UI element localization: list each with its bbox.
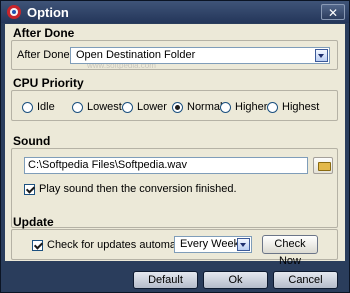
sound-file-path[interactable]: C:\Softpedia Files\Softpedia.wav xyxy=(24,157,308,174)
auto-update-checkbox[interactable] xyxy=(32,240,43,251)
option-dialog: Option ✕ www.softpedia.com After Done Af… xyxy=(0,0,350,293)
section-title-sound: Sound xyxy=(13,134,51,148)
sound-group: C:\Softpedia Files\Softpedia.wav Play so… xyxy=(11,148,338,228)
radio-normal-label: Normal xyxy=(187,101,223,113)
update-frequency-value: Every Week xyxy=(180,238,240,250)
dialog-body: www.softpedia.com After Done After Done:… xyxy=(5,24,345,267)
play-sound-label: Play sound then the conversion finished. xyxy=(39,183,237,195)
check-now-button[interactable]: Check Now xyxy=(262,235,318,267)
app-icon xyxy=(7,5,21,19)
browse-sound-button[interactable] xyxy=(313,157,333,174)
default-button[interactable]: Default xyxy=(133,271,198,289)
close-icon: ✕ xyxy=(327,6,339,20)
radio-highest[interactable] xyxy=(267,102,278,113)
radio-lowest[interactable] xyxy=(72,102,83,113)
cpu-priority-group: Idle Lowest Lower Normal Higher Highest xyxy=(11,90,338,121)
radio-lower-label: Lower xyxy=(137,101,167,113)
after-done-value: Open Destination Folder xyxy=(76,49,196,61)
radio-idle[interactable] xyxy=(22,102,33,113)
chevron-down-icon[interactable] xyxy=(315,49,328,62)
after-done-group: After Done: Open Destination Folder xyxy=(11,40,338,70)
radio-highest-label: Highest xyxy=(282,101,320,113)
section-title-after-done: After Done xyxy=(13,26,75,40)
radio-normal[interactable] xyxy=(172,102,183,113)
radio-idle-label: Idle xyxy=(37,101,55,113)
section-title-update: Update xyxy=(13,215,54,229)
title-bar[interactable]: Option ✕ xyxy=(1,1,349,23)
chevron-down-icon[interactable] xyxy=(237,238,250,251)
radio-lower[interactable] xyxy=(122,102,133,113)
after-done-label: After Done: xyxy=(17,49,73,61)
sound-file-path-value: C:\Softpedia Files\Softpedia.wav xyxy=(28,159,187,171)
update-frequency-dropdown[interactable]: Every Week xyxy=(174,236,252,253)
radio-higher-label: Higher xyxy=(235,101,268,113)
folder-icon xyxy=(318,162,331,171)
after-done-dropdown[interactable]: Open Destination Folder xyxy=(70,47,330,64)
update-group: Check for updates automatically: Every W… xyxy=(11,229,338,267)
close-button[interactable]: ✕ xyxy=(321,4,345,20)
radio-higher[interactable] xyxy=(220,102,231,113)
window-title: Option xyxy=(27,5,69,20)
radio-lowest-label: Lowest xyxy=(87,101,122,113)
ok-button[interactable]: Ok xyxy=(203,271,268,289)
cancel-button[interactable]: Cancel xyxy=(273,271,338,289)
play-sound-checkbox[interactable] xyxy=(24,184,35,195)
section-title-cpu-priority: CPU Priority xyxy=(13,76,84,90)
